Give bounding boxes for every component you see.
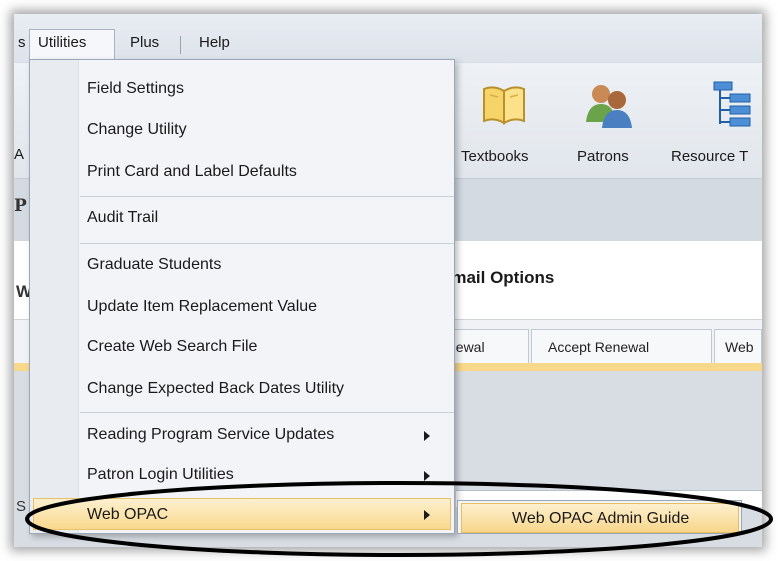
email-options-title: Email Options: [440, 268, 555, 287]
menu-item-field-settings[interactable]: Field Settings: [87, 80, 184, 98]
submenu-item-admin-guide-label[interactable]: Web OPAC Admin Guide: [512, 510, 689, 528]
menu-gutter: [30, 60, 79, 533]
menu-item-print-card-defaults[interactable]: Print Card and Label Defaults: [87, 163, 297, 181]
menu-item-audit-trail[interactable]: Audit Trail: [87, 209, 158, 227]
tree-icon[interactable]: [712, 80, 752, 134]
tab-web[interactable]: Web: [714, 329, 762, 365]
toolbar-patrons-label[interactable]: Patrons: [577, 148, 629, 165]
menu-bar: [14, 14, 762, 62]
menu-separator: [80, 196, 454, 197]
menu-separator: [80, 243, 454, 244]
tab-accept-renewal[interactable]: Accept Renewal: [531, 329, 712, 365]
submenu-arrow-icon: [424, 471, 430, 481]
menu-item-patron-login-utilities[interactable]: Patron Login Utilities: [87, 466, 234, 484]
menu-item-create-web-search-file[interactable]: Create Web Search File: [87, 338, 257, 356]
menu-plus[interactable]: Plus: [130, 34, 159, 51]
menu-item-reading-program-updates[interactable]: Reading Program Service Updates: [87, 426, 334, 444]
submenu-arrow-icon: [424, 431, 430, 441]
toolbar-resource-label[interactable]: Resource T: [671, 148, 748, 165]
book-icon[interactable]: [480, 83, 528, 131]
menu-help[interactable]: Help: [199, 34, 230, 51]
menu-item-graduate-students[interactable]: Graduate Students: [87, 256, 221, 274]
menu-separator: [80, 412, 454, 413]
menu-item-change-back-dates[interactable]: Change Expected Back Dates Utility: [87, 380, 344, 398]
toolbar-left-fragment[interactable]: A: [14, 146, 24, 163]
submenu-arrow-icon: [424, 510, 430, 520]
menu-prev-fragment[interactable]: s: [18, 34, 26, 51]
toolbar-textbooks-label[interactable]: Textbooks: [461, 148, 529, 165]
menu-utilities[interactable]: Utilities: [38, 34, 86, 51]
menu-item-update-replacement-value[interactable]: Update Item Replacement Value: [87, 298, 317, 316]
band-fragment: P: [14, 196, 27, 216]
tab-accept-renewal-label: Accept Renewal: [548, 339, 650, 355]
menu-item-change-utility[interactable]: Change Utility: [87, 121, 187, 139]
lower-fragment: S: [16, 498, 27, 515]
menu-item-web-opac[interactable]: Web OPAC: [87, 506, 168, 524]
tab-web-label: Web: [725, 339, 754, 355]
menu-bar-background: [14, 14, 762, 62]
menu-separator: [180, 36, 181, 54]
people-icon[interactable]: [584, 82, 634, 132]
